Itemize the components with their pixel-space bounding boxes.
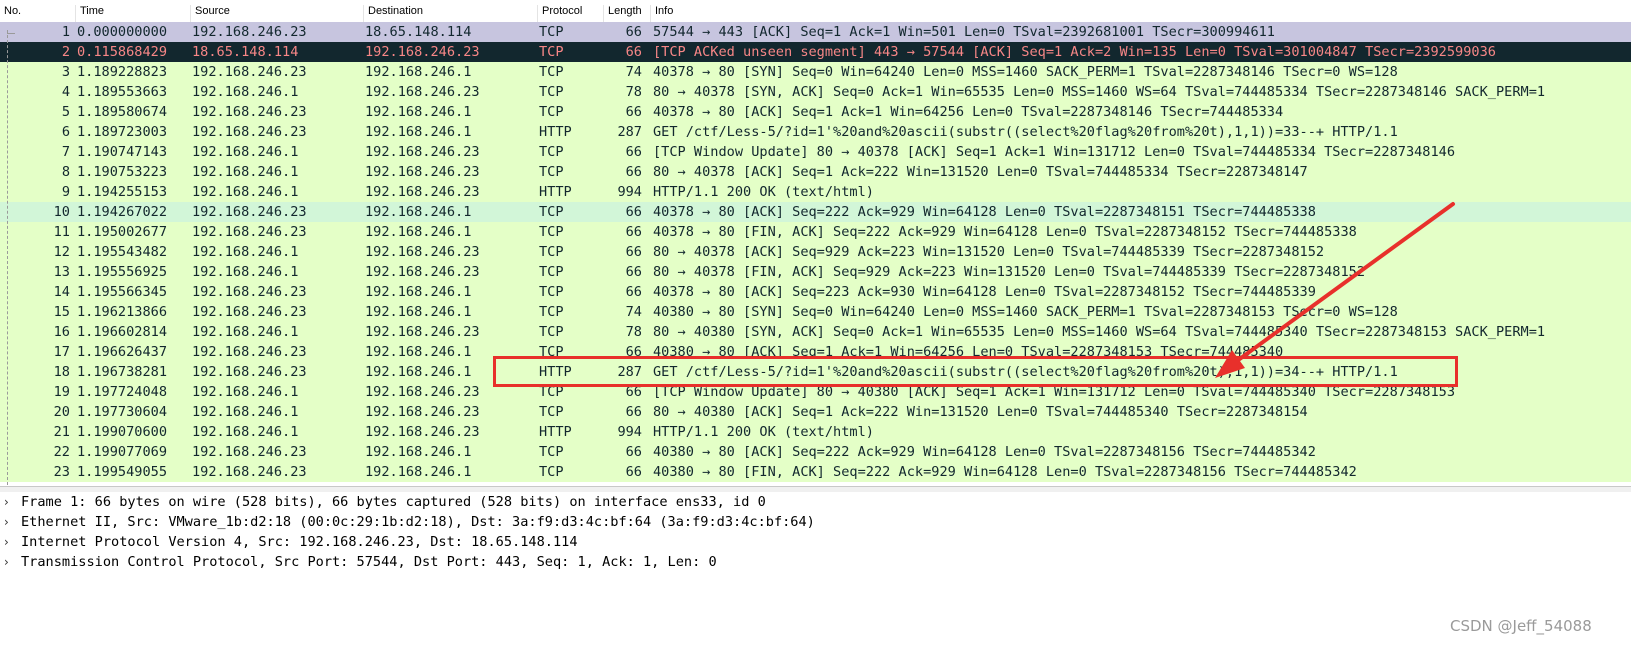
annotation-arrow-icon — [1215, 202, 1455, 378]
watermark: CSDN @Jeff_54088 — [1450, 617, 1592, 635]
